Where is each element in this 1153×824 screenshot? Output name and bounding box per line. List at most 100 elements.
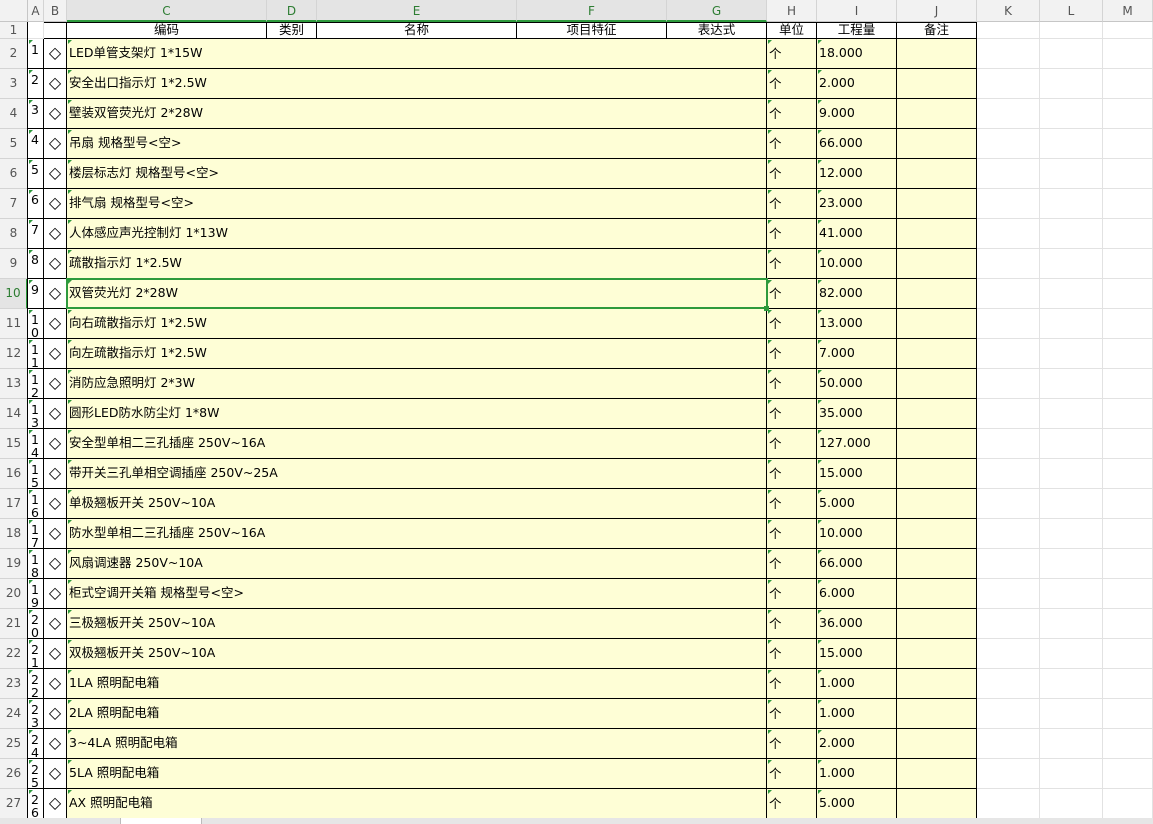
empty-cell[interactable]	[1040, 129, 1103, 159]
unit-cell[interactable]: 个	[767, 69, 817, 99]
remark-cell[interactable]	[897, 699, 977, 729]
empty-cell[interactable]	[977, 639, 1040, 669]
empty-cell[interactable]	[1040, 399, 1103, 429]
row-header[interactable]: 13	[0, 369, 28, 399]
empty-cell[interactable]	[977, 159, 1040, 189]
empty-cell[interactable]	[1103, 22, 1153, 39]
row-header[interactable]: 18	[0, 519, 28, 549]
remark-cell[interactable]	[897, 489, 977, 519]
unit-cell[interactable]: 个	[767, 309, 817, 339]
remark-cell[interactable]	[897, 129, 977, 159]
remark-cell[interactable]	[897, 189, 977, 219]
empty-cell[interactable]	[1040, 609, 1103, 639]
empty-cell[interactable]	[977, 189, 1040, 219]
row-header[interactable]: 6	[0, 159, 28, 189]
empty-cell[interactable]	[1103, 729, 1153, 759]
empty-cell[interactable]	[1040, 99, 1103, 129]
row-header[interactable]: 7	[0, 189, 28, 219]
empty-cell[interactable]	[1040, 579, 1103, 609]
unit-cell[interactable]: 个	[767, 519, 817, 549]
empty-cell[interactable]	[1103, 609, 1153, 639]
quantity-cell[interactable]: 1.000	[817, 759, 897, 789]
unit-cell[interactable]: 个	[767, 549, 817, 579]
item-name-cell[interactable]: 带开关三孔单相空调插座 250V~25A	[67, 459, 767, 489]
row-header[interactable]: 25	[0, 729, 28, 759]
empty-cell[interactable]	[1040, 339, 1103, 369]
unit-cell[interactable]: 个	[767, 489, 817, 519]
quantity-cell[interactable]: 5.000	[817, 489, 897, 519]
header-features[interactable]: 项目特征	[517, 22, 667, 39]
empty-cell[interactable]	[977, 99, 1040, 129]
row-header[interactable]: 10	[0, 279, 28, 309]
row-header[interactable]: 11	[0, 309, 28, 339]
item-name-cell[interactable]: 向右疏散指示灯 1*2.5W	[67, 309, 767, 339]
column-header-d[interactable]: D	[267, 0, 317, 22]
quantity-cell[interactable]: 9.000	[817, 99, 897, 129]
row-header[interactable]: 3	[0, 69, 28, 99]
row-header[interactable]: 5	[0, 129, 28, 159]
empty-cell[interactable]	[977, 219, 1040, 249]
unit-cell[interactable]: 个	[767, 189, 817, 219]
empty-cell[interactable]	[1103, 339, 1153, 369]
quantity-cell[interactable]: 7.000	[817, 339, 897, 369]
column-header-a[interactable]: A	[28, 0, 44, 22]
unit-cell[interactable]: 个	[767, 159, 817, 189]
item-name-cell[interactable]: 向左疏散指示灯 1*2.5W	[67, 339, 767, 369]
empty-cell[interactable]	[1040, 369, 1103, 399]
unit-cell[interactable]: 个	[767, 219, 817, 249]
row-header[interactable]: 1	[0, 22, 28, 39]
quantity-cell[interactable]: 10.000	[817, 249, 897, 279]
quantity-cell[interactable]: 10.000	[817, 519, 897, 549]
empty-cell[interactable]	[1040, 729, 1103, 759]
item-name-cell[interactable]: 风扇调速器 250V~10A	[67, 549, 767, 579]
empty-cell[interactable]	[1103, 189, 1153, 219]
unit-cell[interactable]: 个	[767, 669, 817, 699]
remark-cell[interactable]	[897, 549, 977, 579]
empty-cell[interactable]	[1040, 519, 1103, 549]
empty-cell[interactable]	[1103, 669, 1153, 699]
unit-cell[interactable]: 个	[767, 609, 817, 639]
empty-cell[interactable]	[1040, 39, 1103, 69]
item-name-cell[interactable]: 防水型单相二三孔插座 250V~16A	[67, 519, 767, 549]
empty-cell[interactable]	[977, 549, 1040, 579]
quantity-cell[interactable]: 2.000	[817, 729, 897, 759]
unit-cell[interactable]: 个	[767, 429, 817, 459]
empty-cell[interactable]	[1103, 579, 1153, 609]
item-name-cell[interactable]: 排气扇 规格型号<空>	[67, 189, 767, 219]
empty-cell[interactable]	[1040, 669, 1103, 699]
empty-cell[interactable]	[1103, 219, 1153, 249]
empty-cell[interactable]	[977, 579, 1040, 609]
item-name-cell[interactable]: 三极翘板开关 250V~10A	[67, 609, 767, 639]
empty-cell[interactable]	[1103, 459, 1153, 489]
empty-cell[interactable]	[977, 519, 1040, 549]
item-name-cell[interactable]: 5LA 照明配电箱	[67, 759, 767, 789]
column-header-g[interactable]: G	[667, 0, 767, 22]
empty-cell[interactable]	[977, 309, 1040, 339]
empty-cell[interactable]	[977, 459, 1040, 489]
unit-cell[interactable]: 个	[767, 729, 817, 759]
item-name-cell[interactable]: 人体感应声光控制灯 1*13W	[67, 219, 767, 249]
sheet-tab[interactable]	[120, 818, 202, 824]
empty-cell[interactable]	[977, 609, 1040, 639]
empty-cell[interactable]	[977, 429, 1040, 459]
row-header[interactable]: 17	[0, 489, 28, 519]
empty-cell[interactable]	[1103, 789, 1153, 819]
unit-cell[interactable]: 个	[767, 249, 817, 279]
row-header[interactable]: 4	[0, 99, 28, 129]
quantity-cell[interactable]: 5.000	[817, 789, 897, 819]
empty-cell[interactable]	[1103, 399, 1153, 429]
remark-cell[interactable]	[897, 399, 977, 429]
empty-cell[interactable]	[1103, 39, 1153, 69]
item-name-cell[interactable]: 吊扇 规格型号<空>	[67, 129, 767, 159]
row-header[interactable]: 23	[0, 669, 28, 699]
quantity-cell[interactable]: 23.000	[817, 189, 897, 219]
column-header-l[interactable]: L	[1040, 0, 1103, 22]
remark-cell[interactable]	[897, 459, 977, 489]
empty-cell[interactable]	[1040, 789, 1103, 819]
empty-cell[interactable]	[1103, 249, 1153, 279]
unit-cell[interactable]: 个	[767, 459, 817, 489]
empty-cell[interactable]	[977, 489, 1040, 519]
remark-cell[interactable]	[897, 69, 977, 99]
column-header-k[interactable]: K	[977, 0, 1040, 22]
quantity-cell[interactable]: 6.000	[817, 579, 897, 609]
